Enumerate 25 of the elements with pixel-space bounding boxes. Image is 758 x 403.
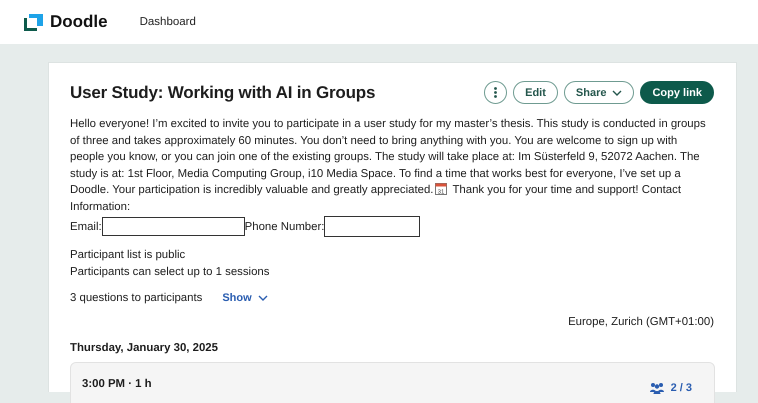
setting-text: Participant list is public bbox=[70, 248, 186, 263]
timezone-text: Europe, Zurich (GMT+01:00) bbox=[567, 316, 714, 328]
copy-link-button[interactable]: Copy link bbox=[640, 81, 714, 104]
email-field[interactable] bbox=[102, 217, 245, 236]
nav-link[interactable]: Dashboard bbox=[140, 16, 196, 28]
email-label: Email: bbox=[70, 220, 102, 232]
questions-label: 3 questions to participants bbox=[70, 292, 202, 304]
slot-time: 3:00 PM · 1 h bbox=[82, 378, 152, 390]
show-toggle[interactable]: Show bbox=[222, 292, 268, 304]
logo-text[interactable]: Doodle bbox=[50, 12, 108, 32]
more-options-button[interactable] bbox=[484, 81, 508, 104]
chevron-down-icon bbox=[258, 295, 268, 301]
chevron-down-icon bbox=[612, 90, 622, 96]
time-slot-card[interactable]: 3:00 PM · 1 h 2 / 3 bbox=[70, 362, 715, 403]
poll-title: User Study: Working with AI in Groups bbox=[70, 82, 376, 102]
vertical-dots-icon bbox=[494, 87, 498, 98]
logo-icon bbox=[24, 14, 43, 30]
people-icon bbox=[648, 382, 665, 394]
edit-button[interactable]: Edit bbox=[513, 81, 558, 104]
participant-count: 2 / 3 bbox=[670, 382, 692, 394]
share-dropdown-button[interactable]: Share bbox=[564, 81, 634, 104]
phone-field[interactable] bbox=[324, 216, 420, 237]
phone-label: Phone Number: bbox=[244, 220, 324, 232]
date-heading: Thursday, January 30, 2025 bbox=[70, 342, 219, 354]
setting-text: Participants can select up to 1 sessions bbox=[70, 264, 270, 280]
